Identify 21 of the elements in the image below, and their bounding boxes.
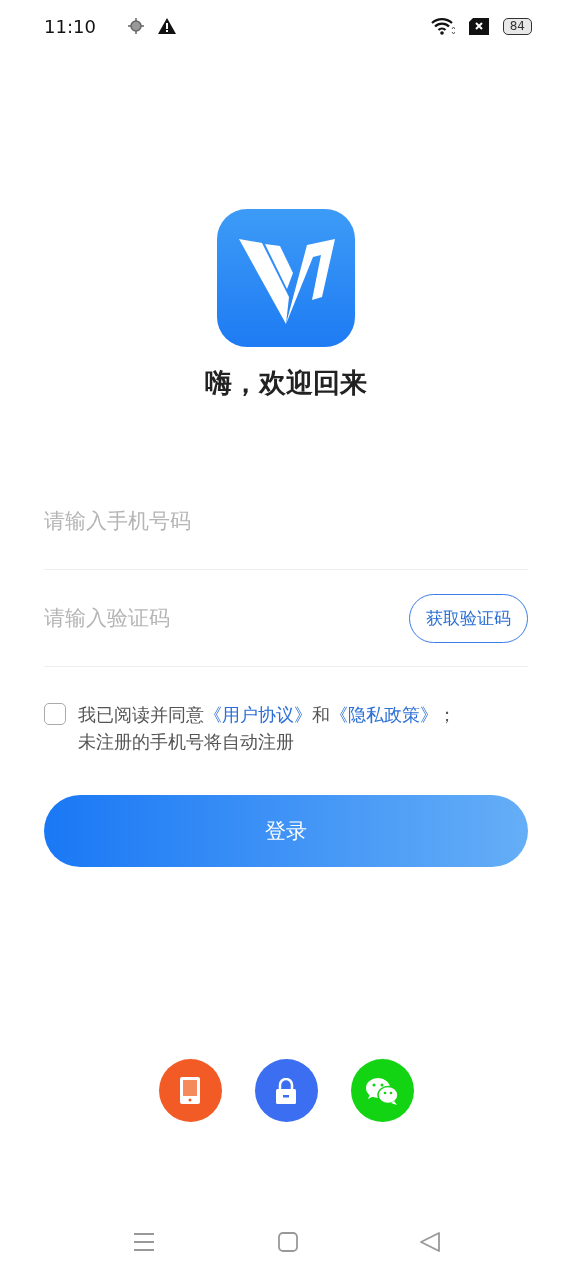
- warning-icon: [157, 18, 176, 34]
- phone-icon: [180, 1077, 200, 1104]
- agree-checkbox[interactable]: [44, 703, 66, 725]
- agreement-link[interactable]: 《隐私政策》: [330, 704, 438, 725]
- phone-input[interactable]: 请输入手机号码: [44, 501, 528, 541]
- menu-icon[interactable]: [133, 1232, 155, 1252]
- chat-bubbles-icon: [365, 1076, 399, 1105]
- login-button[interactable]: 登录: [44, 795, 528, 867]
- home-icon[interactable]: [277, 1232, 298, 1252]
- welcome-title: 嗨，欢迎回来: [205, 366, 367, 400]
- lock-icon: [275, 1077, 297, 1104]
- agreement-link[interactable]: 《用户协议》: [204, 704, 312, 725]
- battery-indicator: 84: [502, 17, 532, 35]
- no-sim-icon: [468, 17, 489, 35]
- wifi-icon: [430, 17, 455, 35]
- back-icon[interactable]: [420, 1232, 440, 1252]
- code-input[interactable]: 请输入验证码: [44, 598, 409, 638]
- status-time: 11:10: [44, 15, 96, 37]
- agreement-text: 我已阅读并同意《用户协议》和《隐私政策》； 未注册的手机号将自动注册: [78, 703, 456, 754]
- get-code-button[interactable]: 获取验证码: [409, 593, 528, 643]
- location-icon: [127, 18, 144, 34]
